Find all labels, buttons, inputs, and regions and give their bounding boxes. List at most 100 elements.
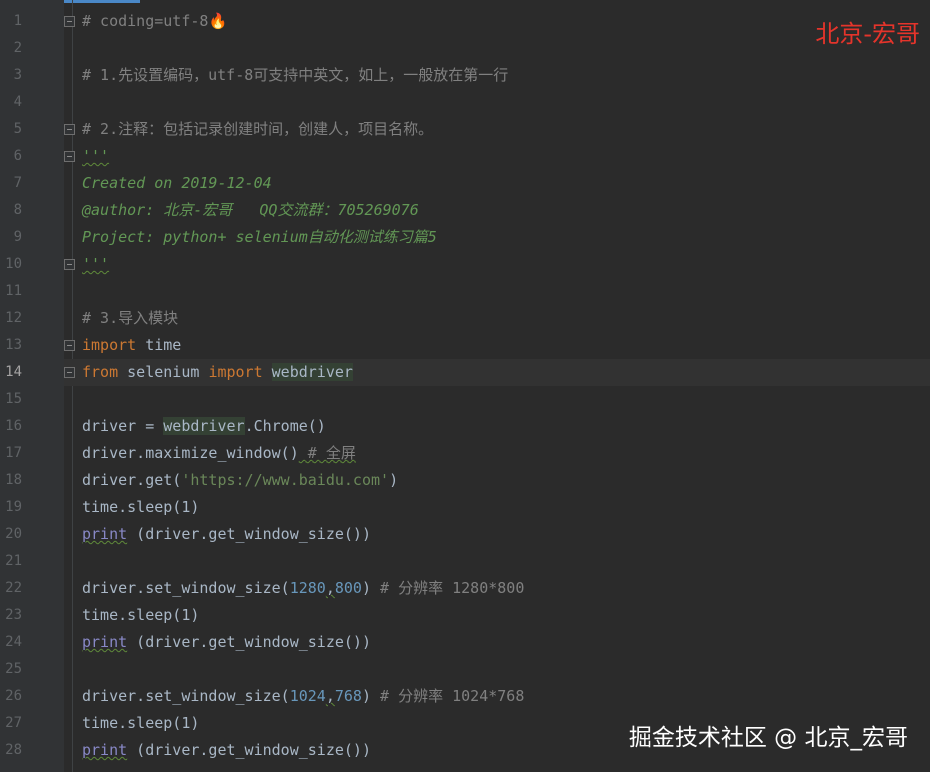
comment: # 全屏 <box>298 444 356 462</box>
code-text: driver = <box>82 417 164 435</box>
code-line-8: @author: 北京-宏哥 QQ交流群：705269076 <box>82 197 419 224</box>
code-line-13: import time <box>82 332 181 359</box>
code-line-19: time.sleep(1) <box>82 494 199 521</box>
line-number: 21 <box>5 553 22 569</box>
docstring: ''' <box>82 147 110 165</box>
line-number: 16 <box>5 418 22 434</box>
code-line-6: ''' <box>82 143 109 170</box>
fold-toggle-icon[interactable] <box>64 367 75 378</box>
number-literal: 1280 <box>289 579 326 597</box>
line-number: 24 <box>5 634 22 650</box>
identifier: time <box>136 336 182 354</box>
line-number: 26 <box>5 688 22 704</box>
code-editor[interactable]: 1 2 3 4 5 6 7 8 9 10 11 12 13 14 15 16 1… <box>0 0 930 772</box>
fold-toggle-icon[interactable] <box>64 16 75 27</box>
code-line-12: # 3.导入模块 <box>82 305 178 332</box>
keyword: import <box>208 363 263 381</box>
code-text: (driver.get_window_size()) <box>127 525 371 543</box>
code-text: time.sleep(1) <box>82 714 200 732</box>
code-text: ) <box>361 687 371 705</box>
line-number: 15 <box>5 391 22 407</box>
comment: # 分辨率 1280*800 <box>371 579 525 597</box>
line-number: 3 <box>13 67 22 83</box>
line-number: 22 <box>5 580 22 596</box>
code-line-17: driver.maximize_window() # 全屏 <box>82 440 356 467</box>
watermark-site: 掘金技术社区 @ 北京_宏哥 <box>628 725 908 751</box>
comment: # 2.注释：包括记录创建时间，创建人，项目名称。 <box>82 120 434 138</box>
line-number: 4 <box>13 94 22 110</box>
code-line-3: # 1.先设置编码，utf-8可支持中英文，如上，一般放在第一行 <box>82 62 508 89</box>
identifier-highlighted: webdriver <box>271 363 353 381</box>
builtin: print <box>82 741 128 759</box>
docstring: ''' <box>82 255 110 273</box>
code-line-14: from selenium import webdriver <box>82 359 353 386</box>
code-line-22: driver.set_window_size(1280,800) # 分辨率 1… <box>82 575 524 602</box>
code-text: time.sleep(1) <box>82 606 200 624</box>
fold-toggle-icon[interactable] <box>64 151 75 162</box>
code-text: , <box>325 579 335 597</box>
code-line-18: driver.get('https://www.baidu.com') <box>82 467 398 494</box>
line-number: 6 <box>13 148 22 164</box>
line-number: 8 <box>13 202 22 218</box>
string-literal: 'https://www.baidu.com' <box>181 471 390 489</box>
comment: # coding=utf-8 <box>82 12 209 30</box>
line-number: 5 <box>13 121 22 137</box>
line-number: 27 <box>5 715 22 731</box>
fold-toggle-icon[interactable] <box>64 124 75 135</box>
code-line-27: time.sleep(1) <box>82 710 199 737</box>
identifier: selenium <box>118 363 209 381</box>
line-number: 23 <box>5 607 22 623</box>
comment: # 1.先设置编码，utf-8可支持中英文，如上，一般放在第一行 <box>82 66 509 84</box>
code-text: driver.get( <box>82 471 182 489</box>
line-number: 1 <box>13 13 22 29</box>
code-line-20: print (driver.get_window_size()) <box>82 521 371 548</box>
code-text: driver.maximize_window() <box>82 444 299 462</box>
line-number: 2 <box>13 40 22 56</box>
code-text: .Chrome() <box>244 417 326 435</box>
line-number: 9 <box>13 229 22 245</box>
code-text: time.sleep(1) <box>82 498 200 516</box>
code-text: , <box>325 687 335 705</box>
line-number: 18 <box>5 472 22 488</box>
line-number: 11 <box>5 283 22 299</box>
keyword: from <box>82 363 119 381</box>
line-number: 17 <box>5 445 22 461</box>
line-number: 12 <box>5 310 22 326</box>
code-text: ) <box>389 471 399 489</box>
builtin: print <box>82 525 128 543</box>
code-text: ) <box>361 579 371 597</box>
code-text: (driver.get_window_size()) <box>127 633 371 651</box>
line-number: 20 <box>5 526 22 542</box>
fire-icon: 🔥 <box>208 12 228 30</box>
code-line-16: driver = webdriver.Chrome() <box>82 413 326 440</box>
code-text: driver.set_window_size( <box>82 687 290 705</box>
identifier-highlighted: webdriver <box>163 417 245 435</box>
line-number: 7 <box>13 175 22 191</box>
watermark-author: 北京-宏哥 <box>815 20 920 48</box>
line-number: 28 <box>5 742 22 758</box>
number-literal: 800 <box>334 579 362 597</box>
code-line-23: time.sleep(1) <box>82 602 199 629</box>
builtin: print <box>82 633 128 651</box>
code-line-5: # 2.注释：包括记录创建时间，创建人，项目名称。 <box>82 116 433 143</box>
docstring: Created on 2019-12-04 <box>82 174 272 192</box>
line-number-current: 14 <box>5 364 22 380</box>
code-line-1: # coding=utf-8🔥 <box>82 8 227 35</box>
code-line-10: ''' <box>82 251 109 278</box>
line-number: 13 <box>5 337 22 353</box>
line-number: 19 <box>5 499 22 515</box>
fold-toggle-icon[interactable] <box>64 340 75 351</box>
line-number: 25 <box>5 661 22 677</box>
code-line-26: driver.set_window_size(1024,768) # 分辨率 1… <box>82 683 524 710</box>
code-text: (driver.get_window_size()) <box>127 741 371 759</box>
docstring: @author: 北京-宏哥 QQ交流群：705269076 <box>82 201 419 219</box>
number-literal: 768 <box>334 687 362 705</box>
comment: # 分辨率 1024*768 <box>371 687 525 705</box>
comment: # 3.导入模块 <box>82 309 179 327</box>
line-number: 10 <box>5 256 22 272</box>
gutter-divider <box>72 0 73 772</box>
code-line-9: Project: python+ selenium自动化测试练习篇5 <box>82 224 437 251</box>
fold-toggle-icon[interactable] <box>64 259 75 270</box>
code-line-24: print (driver.get_window_size()) <box>82 629 371 656</box>
